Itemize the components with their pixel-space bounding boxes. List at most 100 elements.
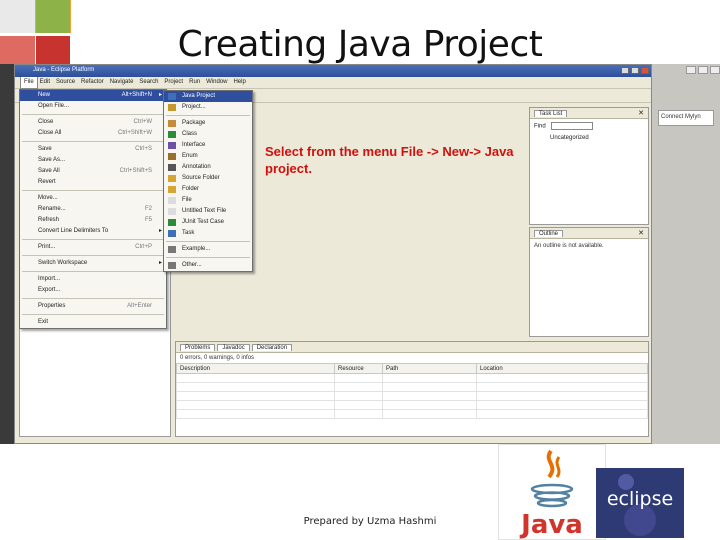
tab-problems[interactable]: Problems — [180, 344, 216, 351]
menu-item-label: Close — [38, 119, 54, 125]
new-menu-item[interactable]: Folder — [164, 184, 252, 195]
new-menu-item[interactable]: Task — [164, 228, 252, 239]
menu-file[interactable]: File — [20, 76, 38, 89]
junit-icon — [168, 219, 176, 226]
tab-declaration[interactable]: Declaration — [251, 344, 293, 351]
source-folder-icon — [168, 175, 176, 182]
file-menu-item[interactable]: Convert Line Delimiters To ▸ — [20, 226, 166, 237]
eclipse-screenshot: Java - Eclipse Platform File Edit Source Re… — [0, 64, 720, 444]
menu-run[interactable]: Run — [186, 77, 203, 88]
file-menu-item[interactable]: Save Ctrl+S — [20, 144, 166, 155]
file-menu-item[interactable]: Print... Ctrl+P — [20, 242, 166, 253]
menu-navigate[interactable]: Navigate — [107, 77, 137, 88]
file-menu-item[interactable]: Close Ctrl+W — [20, 117, 166, 128]
menu-item-label: Save All — [38, 168, 60, 174]
file-menu-item[interactable]: Save All Ctrl+Shift+S — [20, 166, 166, 177]
menu-item-label: Rename... — [38, 206, 66, 212]
file-menu-item[interactable]: Rename... F2 — [20, 204, 166, 215]
decor-square-green-main — [36, 0, 70, 33]
new-menu-item[interactable]: Source Folder — [164, 173, 252, 184]
minimize-button[interactable] — [621, 67, 629, 74]
tab-outline[interactable]: Outline — [534, 230, 564, 237]
close-icon[interactable]: ✕ — [638, 229, 644, 237]
folder-icon — [168, 186, 176, 193]
new-menu-item[interactable]: Annotation — [164, 162, 252, 173]
tab-javadoc[interactable]: Javadoc — [217, 344, 250, 351]
file-menu: New Alt+Shift+N ▸ Open File... Close Ctrl+W Cl… — [19, 89, 167, 329]
menu-help[interactable]: Help — [230, 77, 248, 88]
find-input[interactable] — [551, 122, 594, 130]
class-icon — [168, 131, 176, 138]
column-resource[interactable]: Resource — [334, 363, 383, 374]
new-menu-item[interactable]: JUnit Test Case — [164, 217, 252, 228]
maximize-button[interactable] — [698, 66, 708, 74]
find-label: Find — [534, 123, 546, 130]
new-menu-item[interactable]: Enum — [164, 151, 252, 162]
menu-separator — [166, 241, 250, 242]
minimize-button[interactable] — [686, 66, 696, 74]
close-button[interactable] — [641, 67, 649, 74]
file-menu-item[interactable]: New Alt+Shift+N ▸ — [20, 90, 166, 101]
task-icon — [168, 230, 176, 237]
column-location[interactable]: Location — [476, 363, 648, 374]
menu-item-label: Move... — [38, 195, 58, 201]
decor-square-grey — [0, 0, 35, 33]
new-menu-item[interactable]: Project... — [164, 102, 252, 113]
file-menu-item[interactable]: Exit — [20, 317, 166, 328]
window-title: Java - Eclipse Platform — [33, 67, 95, 73]
java-cup-icon: Java — [519, 449, 583, 540]
file-menu-item[interactable]: Open File... — [20, 101, 166, 112]
menu-refactor[interactable]: Refactor — [78, 77, 107, 88]
java-word: Java — [519, 510, 583, 539]
menu-item-label: Class — [182, 131, 198, 137]
menu-item-label: File — [182, 197, 192, 203]
file-menu-item[interactable]: Import... — [20, 274, 166, 285]
new-menu-item[interactable]: Interface — [164, 140, 252, 151]
new-menu-item[interactable]: Package — [164, 118, 252, 129]
menu-item-label: Project... — [182, 104, 206, 110]
column-description[interactable]: Description — [176, 363, 335, 374]
new-menu-item[interactable]: Other... — [164, 260, 252, 271]
menu-item-label: Close All — [38, 130, 62, 136]
menu-edit[interactable]: Edit — [37, 77, 53, 88]
column-path[interactable]: Path — [382, 363, 477, 374]
file-menu-item[interactable]: Properties Alt+Enter — [20, 301, 166, 312]
menu-item-label: Example... — [182, 246, 211, 252]
new-submenu: Java Project Project... Package Class Interf… — [163, 90, 253, 272]
menu-separator — [22, 141, 164, 142]
menu-separator — [166, 257, 250, 258]
tab-task-list[interactable]: Task List — [534, 110, 568, 117]
close-icon[interactable]: ✕ — [638, 109, 644, 117]
file-menu-item[interactable]: Export... — [20, 285, 166, 296]
new-menu-item[interactable]: Untitled Text File — [164, 206, 252, 217]
menu-project[interactable]: Project — [161, 77, 186, 88]
file-menu-item[interactable]: Move... — [20, 193, 166, 204]
menu-item-label: Save — [38, 146, 52, 152]
menu-source[interactable]: Source — [53, 77, 78, 88]
problems-header: Problems Javadoc Declaration — [176, 342, 648, 353]
eclipse-logo: eclipse — [596, 468, 684, 538]
new-menu-item[interactable]: Example... — [164, 244, 252, 255]
menu-item-shortcut: Ctrl+P — [135, 244, 152, 250]
connect-mylyn-field[interactable]: Connect Mylyn — [658, 110, 714, 126]
new-menu-item[interactable]: Java Project — [164, 91, 252, 102]
menu-window[interactable]: Window — [203, 77, 230, 88]
java-logo: Java — [498, 444, 606, 540]
submenu-arrow-icon: ▸ — [158, 260, 162, 266]
close-button[interactable] — [710, 66, 720, 74]
menu-search[interactable]: Search — [136, 77, 161, 88]
text-file-icon — [168, 208, 176, 215]
menu-item-label: Import... — [38, 276, 61, 282]
maximize-button[interactable] — [631, 67, 639, 74]
file-menu-item[interactable]: Close All Ctrl+Shift+W — [20, 128, 166, 139]
file-menu-item[interactable]: Refresh F5 — [20, 215, 166, 226]
new-menu-item[interactable]: Class — [164, 129, 252, 140]
task-category[interactable]: Uncategorized — [530, 133, 648, 143]
file-menu-item[interactable]: Save As... — [20, 155, 166, 166]
file-menu-item[interactable]: Revert — [20, 177, 166, 188]
menu-separator — [22, 114, 164, 115]
other-icon — [168, 262, 176, 269]
new-menu-item[interactable]: File — [164, 195, 252, 206]
menu-item-label: Properties — [38, 303, 66, 309]
file-menu-item[interactable]: Switch Workspace ▸ — [20, 258, 166, 269]
